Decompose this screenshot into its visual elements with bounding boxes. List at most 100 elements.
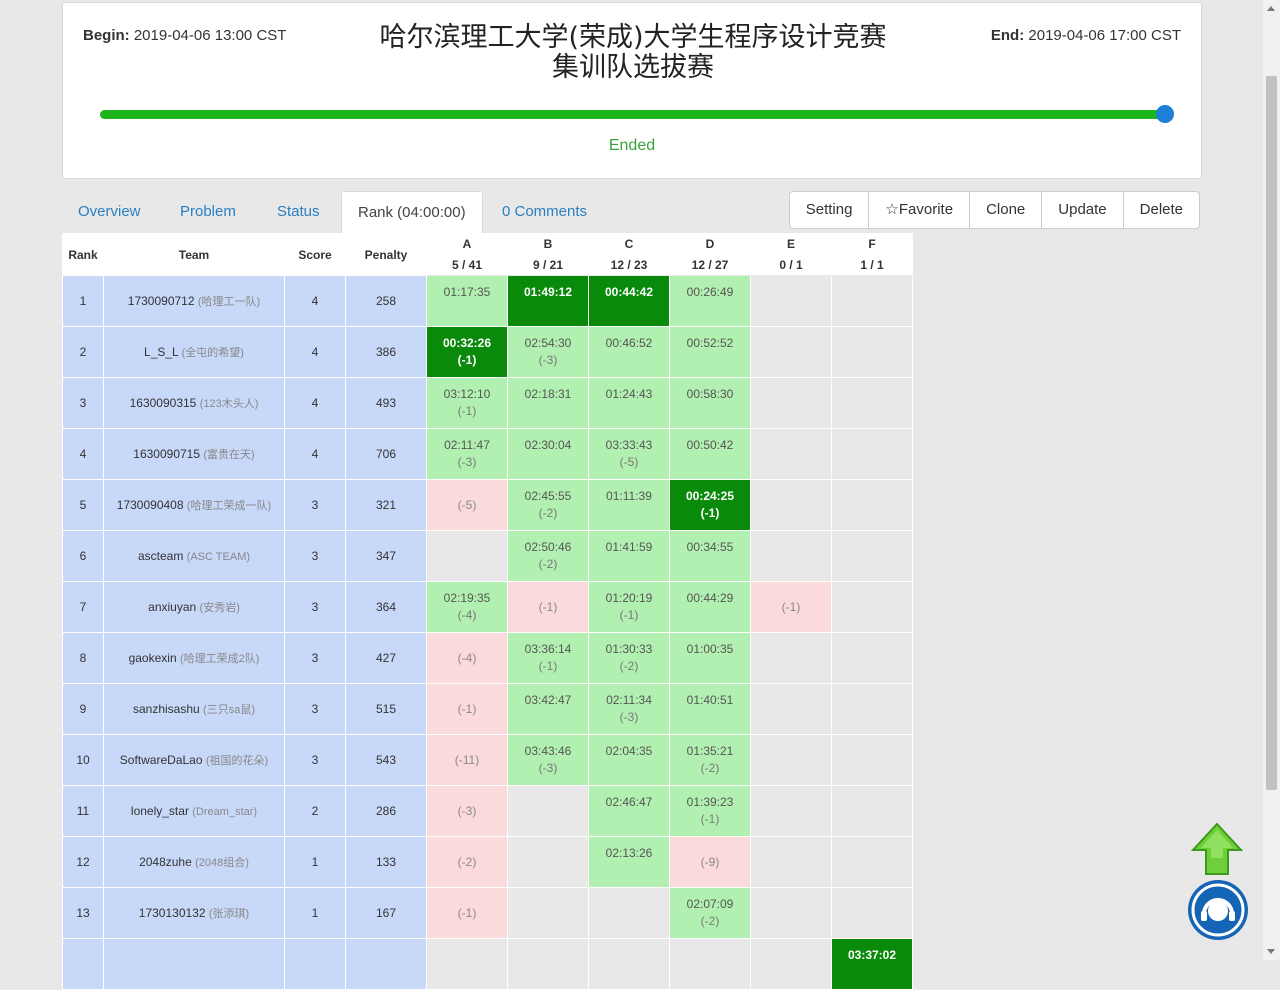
team-cell[interactable]: lonely_star (Dream_star) xyxy=(103,785,285,837)
page-scrollbar[interactable] xyxy=(1263,0,1280,960)
problem-c-cell[interactable]: 01:24:43 xyxy=(588,377,670,429)
problem-a-cell[interactable]: (-11) xyxy=(426,734,508,786)
problem-d-cell[interactable]: 00:26:49 xyxy=(669,275,751,327)
problem-e-header[interactable]: E xyxy=(750,233,832,255)
team-cell[interactable]: ascteam (ASC TEAM) xyxy=(103,530,285,582)
problem-a-cell[interactable]: (-4) xyxy=(426,632,508,684)
team-username[interactable]: 1630090315 xyxy=(130,396,197,410)
problem-b-cell[interactable]: (-1) xyxy=(507,581,589,633)
team-username[interactable]: lonely_star xyxy=(131,804,189,818)
tab-overview[interactable]: Overview xyxy=(62,191,157,231)
problem-d-cell[interactable]: 02:07:09 (-2) xyxy=(669,887,751,939)
problem-d-cell[interactable]: (-9) xyxy=(669,836,751,888)
problem-c-cell[interactable]: 01:41:59 xyxy=(588,530,670,582)
team-cell[interactable]: 1730090712 (哈理工一队) xyxy=(103,275,285,327)
problem-c-cell[interactable]: 01:11:39 xyxy=(588,479,670,531)
problem-a-cell[interactable]: (-5) xyxy=(426,479,508,531)
problem-f-cell[interactable]: 03:37:02 xyxy=(831,938,913,990)
problem-d-cell[interactable]: 00:24:25 (-1) xyxy=(669,479,751,531)
problem-d-cell[interactable]: 01:40:51 xyxy=(669,683,751,735)
team-username[interactable]: ascteam xyxy=(138,549,183,563)
problem-d-cell[interactable]: 00:44:29 xyxy=(669,581,751,633)
score-header[interactable]: Score xyxy=(284,233,346,276)
problem-b-cell[interactable]: 03:43:46 (-3) xyxy=(507,734,589,786)
tab-problem[interactable]: Problem xyxy=(164,191,252,231)
problem-d-cell[interactable]: 01:35:21 (-2) xyxy=(669,734,751,786)
problem-c-cell[interactable]: 00:46:52 xyxy=(588,326,670,378)
team-cell[interactable]: L_S_L (全屯的希望) xyxy=(103,326,285,378)
problem-a-cell[interactable]: 01:17:35 xyxy=(426,275,508,327)
problem-c-cell[interactable]: 03:33:43 (-5) xyxy=(588,428,670,480)
delete-button[interactable]: Delete xyxy=(1124,192,1199,228)
setting-button[interactable]: Setting xyxy=(790,192,870,228)
problem-d-cell[interactable]: 00:34:55 xyxy=(669,530,751,582)
team-username[interactable]: sanzhisashu xyxy=(133,702,200,716)
progress-knob[interactable] xyxy=(1156,105,1174,123)
team-cell[interactable]: 1630090315 (123木头人) xyxy=(103,377,285,429)
problem-d-cell[interactable]: 00:58:30 xyxy=(669,377,751,429)
problem-c-cell[interactable]: 02:46:47 xyxy=(588,785,670,837)
problem-d-cell[interactable]: 01:39:23 (-1) xyxy=(669,785,751,837)
problem-a-cell[interactable]: (-3) xyxy=(426,785,508,837)
team-cell[interactable]: 2048zuhe (2048组合) xyxy=(103,836,285,888)
problem-b-cell[interactable]: 02:50:46 (-2) xyxy=(507,530,589,582)
problem-a-cell[interactable]: 03:12:10 (-1) xyxy=(426,377,508,429)
problem-a-cell[interactable]: 02:11:47 (-3) xyxy=(426,428,508,480)
problem-c-cell[interactable]: 01:30:33 (-2) xyxy=(588,632,670,684)
team-cell[interactable]: anxiuyan (安秀岩) xyxy=(103,581,285,633)
rank-header[interactable]: Rank xyxy=(62,233,104,276)
scroll-down-icon[interactable] xyxy=(1267,949,1275,954)
problem-d-header[interactable]: D xyxy=(669,233,751,255)
team-username[interactable]: 1730090712 xyxy=(128,294,195,308)
problem-a-cell[interactable]: (-2) xyxy=(426,836,508,888)
problem-a-cell[interactable]: 02:19:35 (-4) xyxy=(426,581,508,633)
problem-a-cell[interactable]: (-1) xyxy=(426,887,508,939)
penalty-header[interactable]: Penalty xyxy=(345,233,427,276)
problem-b-cell[interactable]: 03:36:14 (-1) xyxy=(507,632,589,684)
problem-c-cell[interactable]: 02:13:26 xyxy=(588,836,670,888)
team-header[interactable]: Team xyxy=(103,233,285,276)
problem-b-cell[interactable]: 01:49:12 xyxy=(507,275,589,327)
problem-c-cell[interactable]: 01:20:19 (-1) xyxy=(588,581,670,633)
team-username[interactable]: 1630090715 xyxy=(133,447,200,461)
team-username[interactable]: 2048zuhe xyxy=(139,855,192,869)
team-cell[interactable]: sanzhisashu (三只sa鼠) xyxy=(103,683,285,735)
problem-c-cell[interactable]: 02:04:35 xyxy=(588,734,670,786)
back-to-top-button[interactable] xyxy=(1190,822,1244,876)
problem-c-header[interactable]: C xyxy=(588,233,670,255)
problem-c-cell[interactable]: 02:11:34 (-3) xyxy=(588,683,670,735)
team-cell[interactable]: 1730090408 (哈理工荣成一队) xyxy=(103,479,285,531)
team-cell[interactable] xyxy=(103,938,285,990)
tab-comments[interactable]: 0 Comments xyxy=(486,191,603,231)
team-username[interactable]: L_S_L xyxy=(144,345,178,359)
problem-a-header[interactable]: A xyxy=(426,233,508,255)
problem-f-header[interactable]: F xyxy=(831,233,913,255)
update-button[interactable]: Update xyxy=(1042,192,1124,228)
team-username[interactable]: anxiuyan xyxy=(148,600,196,614)
team-username[interactable]: 1730090408 xyxy=(117,498,184,512)
problem-e-cell[interactable]: (-1) xyxy=(750,581,832,633)
help-button[interactable] xyxy=(1188,880,1248,940)
team-username[interactable]: SoftwareDaLao xyxy=(120,753,203,767)
problem-d-cell[interactable]: 00:52:52 xyxy=(669,326,751,378)
scroll-up-icon[interactable] xyxy=(1267,6,1275,11)
problem-b-cell[interactable]: 02:54:30 (-3) xyxy=(507,326,589,378)
problem-b-header[interactable]: B xyxy=(507,233,589,255)
problem-d-cell[interactable]: 01:00:35 xyxy=(669,632,751,684)
tab-status[interactable]: Status xyxy=(261,191,336,231)
team-cell[interactable]: 1630090715 (富贵在天) xyxy=(103,428,285,480)
problem-b-cell[interactable]: 03:42:47 xyxy=(507,683,589,735)
problem-c-cell[interactable]: 00:44:42 xyxy=(588,275,670,327)
team-username[interactable]: gaokexin xyxy=(129,651,177,665)
clone-button[interactable]: Clone xyxy=(970,192,1043,228)
tab-rank[interactable]: Rank (04:00:00) xyxy=(341,191,483,233)
team-username[interactable]: 1730130132 xyxy=(139,906,206,920)
favorite-button[interactable]: ☆Favorite xyxy=(869,192,971,228)
problem-b-cell[interactable]: 02:45:55 (-2) xyxy=(507,479,589,531)
problem-b-cell[interactable]: 02:18:31 xyxy=(507,377,589,429)
team-cell[interactable]: SoftwareDaLao (祖国的花朵) xyxy=(103,734,285,786)
problem-d-cell[interactable]: 00:50:42 xyxy=(669,428,751,480)
problem-a-cell[interactable]: (-1) xyxy=(426,683,508,735)
scroll-thumb[interactable] xyxy=(1266,76,1277,790)
problem-b-cell[interactable]: 02:30:04 xyxy=(507,428,589,480)
